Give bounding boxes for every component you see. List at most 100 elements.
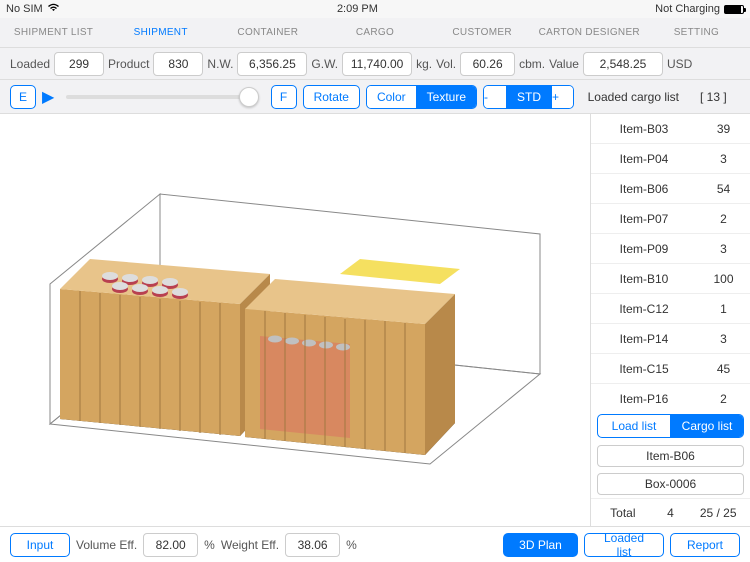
vol-label: Vol. — [436, 57, 456, 71]
item-name: Item-B10 — [591, 272, 697, 286]
tab-cargo[interactable]: CARGO — [321, 18, 428, 47]
total-count: 4 — [647, 506, 695, 520]
list-mode-segment: Load list Cargo list — [597, 414, 744, 438]
charge-status: Not Charging — [655, 3, 720, 15]
list-item[interactable]: Item-P072 — [591, 204, 750, 234]
zoom-std[interactable]: STD — [506, 86, 551, 108]
usd-label: USD — [667, 57, 692, 71]
item-qty: 3 — [697, 152, 750, 166]
clock: 2:09 PM — [337, 3, 378, 15]
info-row: Loaded 299 Product 830 N.W. 6,356.25 G.W… — [0, 48, 750, 80]
item-name: Item-P14 — [591, 332, 697, 346]
gw-value[interactable]: 11,740.00 — [342, 52, 412, 76]
sidebar: Item-B0339Item-P043Item-B0654Item-P072It… — [590, 114, 750, 526]
item-name: Item-P16 — [591, 392, 697, 406]
total-pages: 25 / 25 — [694, 506, 742, 520]
play-icon[interactable]: ▶ — [42, 87, 54, 107]
list-item[interactable]: Item-C121 — [591, 294, 750, 324]
load-list-option[interactable]: Load list — [598, 415, 670, 437]
gw-label: G.W. — [311, 57, 338, 71]
sim-status: No SIM — [6, 3, 43, 15]
bottom-bar: Input Volume Eff. 82.00 % Weight Eff. 38… — [0, 526, 750, 562]
list-item[interactable]: Item-P162 — [591, 384, 750, 410]
tab-shipment-list[interactable]: SHIPMENT LIST — [0, 18, 107, 47]
f-button[interactable]: F — [271, 85, 297, 109]
list-item[interactable]: Item-B0654 — [591, 174, 750, 204]
3d-canvas[interactable] — [0, 114, 590, 526]
total-label: Total — [599, 506, 647, 520]
nav-tabs: SHIPMENT LISTSHIPMENTCONTAINERCARGOCUSTO… — [0, 18, 750, 48]
cargo-list-header: Loaded cargo list — [580, 90, 687, 104]
item-name: Item-B06 — [591, 182, 697, 196]
texture-option[interactable]: Texture — [416, 86, 476, 108]
battery-icon — [724, 5, 744, 14]
item-qty: 100 — [697, 272, 750, 286]
loaded-list-button[interactable]: Loaded list — [584, 533, 664, 557]
loaded-label: Loaded — [10, 57, 50, 71]
container-3d-icon — [40, 174, 550, 474]
item-qty: 45 — [697, 362, 750, 376]
pct2: % — [346, 538, 357, 552]
list-item[interactable]: Item-P043 — [591, 144, 750, 174]
value-value[interactable]: 2,548.25 — [583, 52, 663, 76]
kg-label: kg. — [416, 57, 432, 71]
item-name: Item-B03 — [591, 122, 697, 136]
slider-thumb[interactable] — [239, 87, 259, 107]
cargo-count: [ 13 ] — [687, 90, 740, 104]
item-qty: 3 — [697, 332, 750, 346]
loaded-value[interactable]: 299 — [54, 52, 104, 76]
tab-carton-designer[interactable]: CARTON DESIGNER — [536, 18, 643, 47]
item-name: Item-C15 — [591, 362, 697, 376]
total-row: Total 4 25 / 25 — [591, 498, 750, 526]
rotate-button[interactable]: Rotate — [303, 85, 360, 109]
vol-eff-value[interactable]: 82.00 — [143, 533, 198, 557]
vol-value[interactable]: 60.26 — [460, 52, 515, 76]
item-name: Item-P04 — [591, 152, 697, 166]
control-row: E ▶ F Rotate Color Texture - STD + Loade… — [0, 80, 750, 114]
tab-shipment[interactable]: SHIPMENT — [107, 18, 214, 47]
tab-setting[interactable]: SETTING — [643, 18, 750, 47]
e-button[interactable]: E — [10, 85, 36, 109]
product-value[interactable]: 830 — [153, 52, 203, 76]
list-item[interactable]: Item-P143 — [591, 324, 750, 354]
item-name: Item-C12 — [591, 302, 697, 316]
product-label: Product — [108, 57, 149, 71]
value-label: Value — [549, 57, 579, 71]
item-qty: 1 — [697, 302, 750, 316]
status-bar: No SIM 2:09 PM Not Charging — [0, 0, 750, 18]
3d-plan-button[interactable]: 3D Plan — [503, 533, 578, 557]
tab-container[interactable]: CONTAINER — [214, 18, 321, 47]
list-item[interactable]: Item-B0339 — [591, 114, 750, 144]
wt-eff-value[interactable]: 38.06 — [285, 533, 340, 557]
item-qty: 2 — [697, 392, 750, 406]
item-qty: 54 — [697, 182, 750, 196]
pct1: % — [204, 538, 215, 552]
selected-item[interactable]: Item-B06 — [597, 445, 744, 467]
item-qty: 2 — [697, 212, 750, 226]
slider[interactable] — [66, 95, 258, 99]
selected-box[interactable]: Box-0006 — [597, 473, 744, 495]
cargo-list-option[interactable]: Cargo list — [670, 415, 743, 437]
item-qty: 39 — [697, 122, 750, 136]
list-item[interactable]: Item-P093 — [591, 234, 750, 264]
zoom-segment: - STD + — [483, 85, 574, 109]
wt-eff-label: Weight Eff. — [221, 538, 279, 552]
item-name: Item-P09 — [591, 242, 697, 256]
zoom-plus[interactable]: + — [551, 86, 573, 108]
nw-label: N.W. — [207, 57, 233, 71]
color-texture-segment: Color Texture — [366, 85, 477, 109]
list-item[interactable]: Item-C1545 — [591, 354, 750, 384]
input-button[interactable]: Input — [10, 533, 70, 557]
nw-value[interactable]: 6,356.25 — [237, 52, 307, 76]
cbm-label: cbm. — [519, 57, 545, 71]
wifi-icon — [47, 3, 60, 15]
zoom-minus[interactable]: - — [484, 86, 506, 108]
list-item[interactable]: Item-B10100 — [591, 264, 750, 294]
report-button[interactable]: Report — [670, 533, 740, 557]
color-option[interactable]: Color — [367, 86, 416, 108]
cargo-list[interactable]: Item-B0339Item-P043Item-B0654Item-P072It… — [591, 114, 750, 410]
item-qty: 3 — [697, 242, 750, 256]
vol-eff-label: Volume Eff. — [76, 538, 137, 552]
item-name: Item-P07 — [591, 212, 697, 226]
tab-customer[interactable]: CUSTOMER — [429, 18, 536, 47]
